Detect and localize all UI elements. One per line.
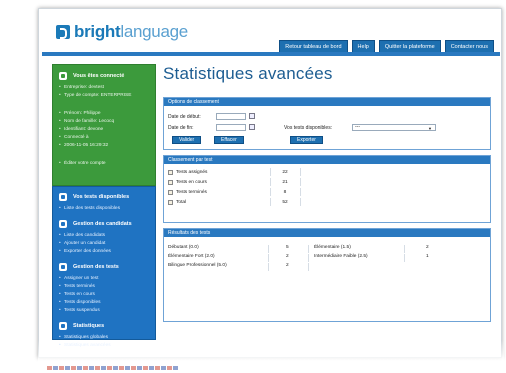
brand-name-bold: bright <box>74 22 121 41</box>
section-title: Statistiques <box>73 323 105 329</box>
level-label: Débutant (0.0) <box>168 245 199 250</box>
header-bar <box>42 52 500 56</box>
section-icon <box>59 220 67 228</box>
nav-finished-tests[interactable]: Tests terminés <box>59 283 149 291</box>
edit-account-link[interactable]: Éditer votre compte <box>59 160 149 168</box>
level-count: 2 <box>426 245 429 250</box>
row-label: Tests assignés <box>176 169 208 175</box>
section-icon <box>59 193 67 201</box>
by-test-panel-header: Classement par test <box>164 156 490 164</box>
assigned-icon <box>168 169 173 175</box>
section-title: Gestion des tests <box>73 264 119 270</box>
total-icon <box>168 199 173 205</box>
row-label: Tests en cours <box>176 179 207 185</box>
row-label: Total <box>176 199 187 205</box>
options-panel: Options de classement Date de début: Dat… <box>163 97 491 150</box>
select-value: --- <box>355 124 360 130</box>
user-icon <box>59 72 67 80</box>
section-title: Gestion des candidats <box>73 221 132 227</box>
brand-name-light: language <box>120 22 188 41</box>
results-panel-header: Résultats des tests <box>164 229 490 237</box>
in-progress-icon <box>168 179 173 185</box>
section-available-tests: Vos tests disponibles <box>59 193 149 201</box>
calendar-icon[interactable] <box>249 124 255 130</box>
account-panel: Vous êtes connecté Entreprise: devtest T… <box>52 64 156 186</box>
nav-add-candidate[interactable]: Ajouter un candidat <box>59 240 149 248</box>
table-row: Débutant (0.0) 5 Élémentaire (1.5) 2 <box>168 245 488 253</box>
level-count: 2 <box>286 254 289 259</box>
table-row: Bilingue Professionnel (5.0) 2 <box>168 263 488 271</box>
level-label: Élémentaire (1.5) <box>314 245 351 250</box>
nav-tests-in-progress[interactable]: Tests en cours <box>59 291 149 299</box>
options-panel-header: Options de classement <box>164 98 490 106</box>
nav-export-data[interactable]: Exporter des données <box>59 248 149 256</box>
end-date-input[interactable] <box>216 124 246 131</box>
table-row: Tests terminés 8 <box>168 188 488 196</box>
available-tests-label: Vos tests disponibles: <box>284 125 333 131</box>
section-tests: Gestion des tests <box>59 263 149 271</box>
row-value: 22 <box>282 169 288 175</box>
first-name-line: Prénom: Philippe <box>59 110 149 118</box>
start-date-input[interactable] <box>216 113 246 120</box>
nav-suspended-tests[interactable]: Tests suspendus <box>59 307 149 315</box>
username-line: Identifiant: devone <box>59 126 149 134</box>
row-value: 8 <box>283 189 287 195</box>
section-statistics: Statistiques <box>59 322 149 330</box>
calendar-icon[interactable] <box>249 113 255 119</box>
level-label: Bilingue Professionnel (5.0) <box>168 263 227 268</box>
last-name-line: Nom de famille: Lecocq <box>59 118 149 126</box>
nav-available-tests-list[interactable]: Liste des tests disponibles <box>59 205 149 213</box>
level-count: 1 <box>426 254 429 259</box>
chevron-down-icon: ▼ <box>428 126 432 131</box>
clear-button[interactable]: Effacer <box>214 136 244 144</box>
nav-available-tests[interactable]: Tests disponibles <box>59 299 149 307</box>
page-title: Statistiques avancées <box>163 64 333 83</box>
finished-icon <box>168 189 173 195</box>
account-type-line: Type de compte: ENTERPRISE <box>59 92 149 100</box>
table-row: Total 52 <box>168 198 488 206</box>
nav-assign-test[interactable]: Assigner un test <box>59 275 149 283</box>
nav-candidates-list[interactable]: Liste des candidats <box>59 232 149 240</box>
level-count: 5 <box>286 245 289 250</box>
available-tests-select[interactable]: --- ▼ <box>352 124 436 131</box>
level-count: 2 <box>286 263 289 268</box>
main-content: Statistiques avancées Options de classem… <box>163 64 491 327</box>
export-button[interactable]: Exporter <box>290 136 323 144</box>
section-candidates: Gestion des candidats <box>59 220 149 228</box>
company-line: Entreprise: devtest <box>59 84 149 92</box>
row-value: 52 <box>282 199 288 205</box>
account-header: Vous êtes connecté <box>59 72 149 80</box>
results-panel: Résultats des tests Débutant (0.0) 5 Élé… <box>163 228 491 322</box>
end-date-label: Date de fin: <box>168 125 194 131</box>
section-icon <box>59 263 67 271</box>
row-label: Tests terminés <box>176 189 207 195</box>
table-row: Élémentaire Fort (2.0) 2 Intermédiaire F… <box>168 254 488 262</box>
start-date-label: Date de début: <box>168 114 201 120</box>
reflection-stripe <box>47 366 179 370</box>
connected-at-line: Connecté à <box>59 134 149 142</box>
level-label: Élémentaire Fort (2.0) <box>168 254 215 259</box>
connected-timestamp: 2006-11-05 16:29:32 <box>59 142 149 150</box>
by-test-panel: Classement par test Tests assignés 22 Te… <box>163 155 491 223</box>
validate-button[interactable]: Valider <box>172 136 202 144</box>
account-header-label: Vous êtes connecté <box>73 73 125 79</box>
section-title: Vos tests disponibles <box>73 194 130 200</box>
brand-logo[interactable]: bright language <box>56 22 188 42</box>
brand-mark-icon <box>56 25 70 39</box>
navigation-panel: Vos tests disponibles Liste des tests di… <box>52 186 156 350</box>
sidebar: Vous êtes connecté Entreprise: devtest T… <box>52 64 156 350</box>
table-row: Tests assignés 22 <box>168 168 488 176</box>
table-row: Tests en cours 21 <box>168 178 488 186</box>
section-icon <box>59 322 67 330</box>
row-value: 21 <box>282 179 288 185</box>
level-label: Intermédiaire Faible (2.5) <box>314 254 368 259</box>
